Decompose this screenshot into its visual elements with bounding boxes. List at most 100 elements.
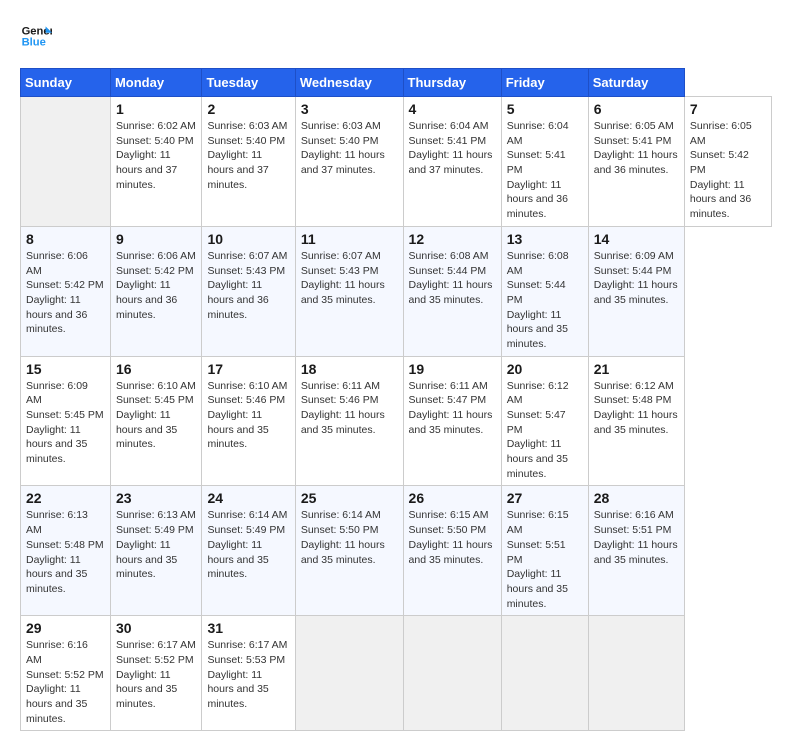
day-number: 15 [26,361,105,377]
calendar-cell: 29 Sunrise: 6:16 AMSunset: 5:52 PMDayligh… [21,616,111,731]
calendar-cell: 22Sunrise: 6:13 AMSunset: 5:48 PMDayligh… [21,486,111,616]
day-number: 29 [26,620,105,636]
day-number: 28 [594,490,679,506]
day-info: Sunrise: 6:06 AMSunset: 5:42 PMDaylight:… [26,249,105,337]
calendar-week-4: 22Sunrise: 6:13 AMSunset: 5:48 PMDayligh… [21,486,772,616]
calendar-cell: 26 Sunrise: 6:15 AMSunset: 5:50 PMDayligh… [403,486,501,616]
day-number: 2 [207,101,289,117]
day-number: 31 [207,620,289,636]
calendar-week-3: 15 Sunrise: 6:09 AMSunset: 5:45 PMDayligh… [21,356,772,486]
calendar-body: 1Sunrise: 6:02 AMSunset: 5:40 PMDaylight… [21,97,772,731]
day-info: Sunrise: 6:08 AMSunset: 5:44 PMDaylight:… [409,249,496,308]
column-header-monday: Monday [110,69,202,97]
day-info: Sunrise: 6:03 AMSunset: 5:40 PMDaylight:… [301,119,398,178]
calendar-cell: 9 Sunrise: 6:06 AMSunset: 5:42 PMDaylight… [110,226,202,356]
day-info: Sunrise: 6:04 AMSunset: 5:41 PMDaylight:… [507,119,583,222]
day-number: 22 [26,490,105,506]
calendar-cell: 16Sunrise: 6:10 AMSunset: 5:45 PMDayligh… [110,356,202,486]
calendar-cell: 1Sunrise: 6:02 AMSunset: 5:40 PMDaylight… [110,97,202,227]
day-number: 12 [409,231,496,247]
calendar-header-row: SundayMondayTuesdayWednesdayThursdayFrid… [21,69,772,97]
calendar-cell: 2 Sunrise: 6:03 AMSunset: 5:40 PMDaylight… [202,97,295,227]
calendar-cell: 6 Sunrise: 6:05 AMSunset: 5:41 PMDaylight… [588,97,684,227]
calendar-cell: 18Sunrise: 6:11 AMSunset: 5:46 PMDayligh… [295,356,403,486]
day-number: 26 [409,490,496,506]
column-header-sunday: Sunday [21,69,111,97]
column-header-thursday: Thursday [403,69,501,97]
day-info: Sunrise: 6:11 AMSunset: 5:46 PMDaylight:… [301,379,398,438]
day-info: Sunrise: 6:04 AMSunset: 5:41 PMDaylight:… [409,119,496,178]
calendar-week-1: 1Sunrise: 6:02 AMSunset: 5:40 PMDaylight… [21,97,772,227]
day-info: Sunrise: 6:12 AMSunset: 5:47 PMDaylight:… [507,379,583,482]
svg-text:Blue: Blue [22,37,46,49]
day-number: 3 [301,101,398,117]
calendar-cell: 10 Sunrise: 6:07 AMSunset: 5:43 PMDayligh… [202,226,295,356]
day-number: 5 [507,101,583,117]
calendar-cell: 24Sunrise: 6:14 AMSunset: 5:49 PMDayligh… [202,486,295,616]
day-number: 11 [301,231,398,247]
day-info: Sunrise: 6:09 AMSunset: 5:45 PMDaylight:… [26,379,105,467]
day-info: Sunrise: 6:09 AMSunset: 5:44 PMDaylight:… [594,249,679,308]
day-info: Sunrise: 6:10 AMSunset: 5:45 PMDaylight:… [116,379,197,452]
day-number: 25 [301,490,398,506]
day-number: 19 [409,361,496,377]
calendar-week-2: 8 Sunrise: 6:06 AMSunset: 5:42 PMDaylight… [21,226,772,356]
calendar-cell: 13 Sunrise: 6:08 AMSunset: 5:44 PMDayligh… [501,226,588,356]
day-info: Sunrise: 6:11 AMSunset: 5:47 PMDaylight:… [409,379,496,438]
day-info: Sunrise: 6:15 AMSunset: 5:51 PMDaylight:… [507,508,583,611]
day-info: Sunrise: 6:16 AMSunset: 5:51 PMDaylight:… [594,508,679,567]
calendar-cell: 23 Sunrise: 6:13 AMSunset: 5:49 PMDayligh… [110,486,202,616]
calendar-cell: 11Sunrise: 6:07 AMSunset: 5:43 PMDayligh… [295,226,403,356]
column-header-tuesday: Tuesday [202,69,295,97]
day-number: 13 [507,231,583,247]
day-info: Sunrise: 6:07 AMSunset: 5:43 PMDaylight:… [207,249,289,322]
column-header-friday: Friday [501,69,588,97]
day-info: Sunrise: 6:05 AMSunset: 5:41 PMDaylight:… [594,119,679,178]
day-number: 21 [594,361,679,377]
day-number: 30 [116,620,197,636]
day-number: 27 [507,490,583,506]
calendar-cell [588,616,684,731]
calendar-table: SundayMondayTuesdayWednesdayThursdayFrid… [20,68,772,731]
calendar-cell: 30 Sunrise: 6:17 AMSunset: 5:52 PMDayligh… [110,616,202,731]
day-number: 10 [207,231,289,247]
calendar-week-5: 29 Sunrise: 6:16 AMSunset: 5:52 PMDayligh… [21,616,772,731]
day-info: Sunrise: 6:14 AMSunset: 5:49 PMDaylight:… [207,508,289,581]
logo: General Blue [20,20,52,52]
calendar-cell [501,616,588,731]
day-info: Sunrise: 6:06 AMSunset: 5:42 PMDaylight:… [116,249,197,322]
day-info: Sunrise: 6:08 AMSunset: 5:44 PMDaylight:… [507,249,583,352]
calendar-cell: 14Sunrise: 6:09 AMSunset: 5:44 PMDayligh… [588,226,684,356]
calendar-cell: 19 Sunrise: 6:11 AMSunset: 5:47 PMDayligh… [403,356,501,486]
day-info: Sunrise: 6:03 AMSunset: 5:40 PMDaylight:… [207,119,289,192]
day-number: 8 [26,231,105,247]
calendar-cell [21,97,111,227]
day-number: 7 [690,101,766,117]
column-header-saturday: Saturday [588,69,684,97]
day-number: 17 [207,361,289,377]
calendar-cell: 4 Sunrise: 6:04 AMSunset: 5:41 PMDaylight… [403,97,501,227]
logo-icon: General Blue [20,20,52,52]
page-header: General Blue [20,20,772,52]
day-info: Sunrise: 6:10 AMSunset: 5:46 PMDaylight:… [207,379,289,452]
day-number: 6 [594,101,679,117]
day-info: Sunrise: 6:14 AMSunset: 5:50 PMDaylight:… [301,508,398,567]
calendar-cell: 27 Sunrise: 6:15 AMSunset: 5:51 PMDayligh… [501,486,588,616]
day-info: Sunrise: 6:15 AMSunset: 5:50 PMDaylight:… [409,508,496,567]
day-info: Sunrise: 6:13 AMSunset: 5:49 PMDaylight:… [116,508,197,581]
calendar-cell [295,616,403,731]
day-number: 23 [116,490,197,506]
day-info: Sunrise: 6:17 AMSunset: 5:53 PMDaylight:… [207,638,289,711]
column-header-wednesday: Wednesday [295,69,403,97]
day-info: Sunrise: 6:17 AMSunset: 5:52 PMDaylight:… [116,638,197,711]
calendar-cell: 3 Sunrise: 6:03 AMSunset: 5:40 PMDaylight… [295,97,403,227]
day-number: 4 [409,101,496,117]
calendar-cell: 20Sunrise: 6:12 AMSunset: 5:47 PMDayligh… [501,356,588,486]
day-info: Sunrise: 6:05 AMSunset: 5:42 PMDaylight:… [690,119,766,222]
calendar-cell: 31 Sunrise: 6:17 AMSunset: 5:53 PMDayligh… [202,616,295,731]
day-info: Sunrise: 6:16 AMSunset: 5:52 PMDaylight:… [26,638,105,726]
calendar-cell: 5 Sunrise: 6:04 AMSunset: 5:41 PMDaylight… [501,97,588,227]
day-number: 9 [116,231,197,247]
calendar-cell: 25 Sunrise: 6:14 AMSunset: 5:50 PMDayligh… [295,486,403,616]
calendar-cell: 28 Sunrise: 6:16 AMSunset: 5:51 PMDayligh… [588,486,684,616]
